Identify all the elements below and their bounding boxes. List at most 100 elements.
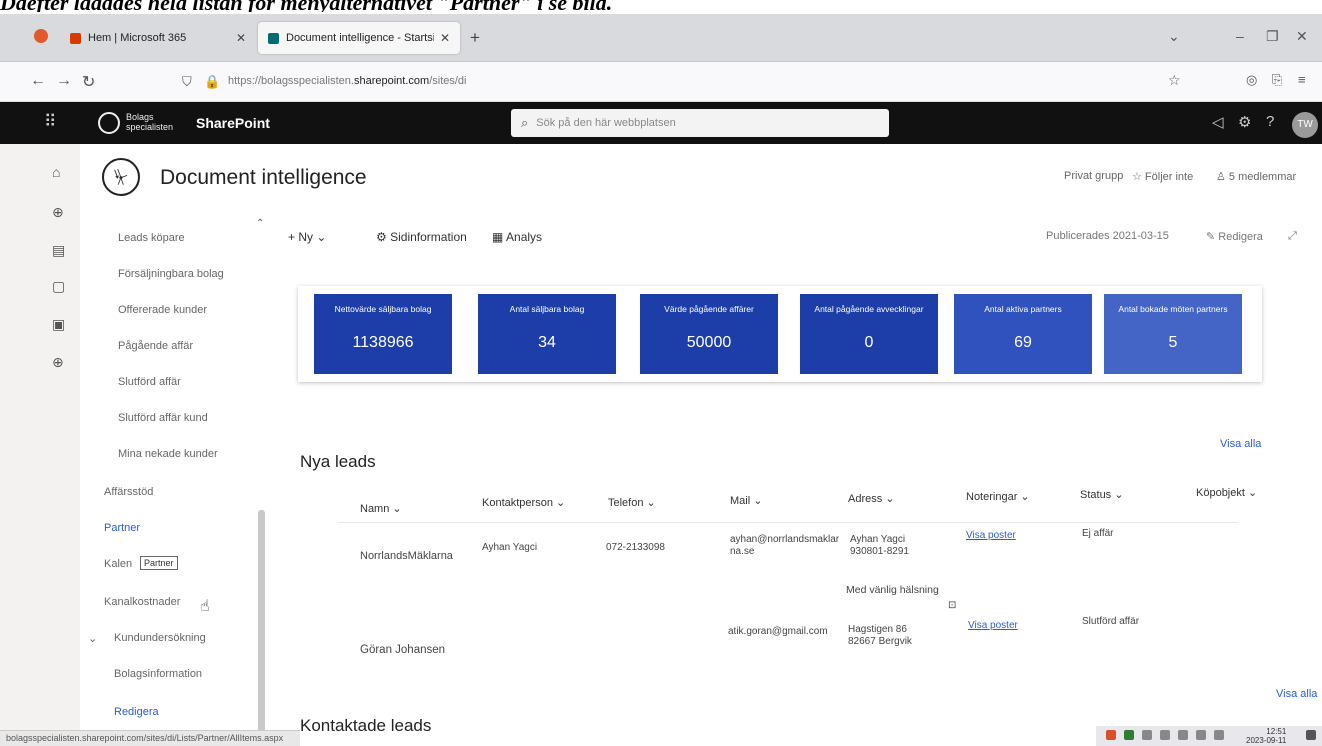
nav-item-offererade-kunder[interactable]: Offererade kunder	[118, 304, 207, 316]
nav-item-partner[interactable]: Partner	[104, 522, 140, 534]
nav-item-kanalkostnader[interactable]: Kanalkostnader	[104, 596, 180, 608]
brand-line2: specialisten	[126, 122, 174, 132]
nav-item-kalender[interactable]: Kalen	[104, 558, 132, 570]
members-label: 5 medlemmar	[1228, 171, 1297, 183]
search-box[interactable]: ⌕ Sök på den här webbplatsen	[511, 109, 889, 137]
cell-status: Ej affär	[1082, 528, 1114, 539]
address-bar[interactable]: https://bolagsspecialisten.sharepoint.co…	[228, 75, 466, 87]
column-header-telefon[interactable]: Telefon ⌄	[608, 496, 656, 509]
menu-icon[interactable]: ≡	[1298, 72, 1306, 87]
tab-document-intelligence[interactable]: Document intelligence - Startsi ✕	[258, 22, 460, 54]
column-header-noteringar[interactable]: Noteringar ⌄	[966, 490, 1030, 503]
column-header-namn[interactable]: Namn ⌄	[360, 502, 402, 515]
expand-icon[interactable]: ⤢	[1288, 230, 1297, 243]
nav-item-redigera[interactable]: Redigera	[114, 706, 159, 718]
nav-item-slutford-affar-kund[interactable]: Slutförd affär kund	[118, 412, 208, 424]
site-title[interactable]: Document intelligence	[160, 166, 367, 190]
tab-microsoft-365[interactable]: Hem | Microsoft 365 ✕	[60, 22, 256, 54]
pocket-icon[interactable]: ◎	[1246, 72, 1257, 88]
volume-icon[interactable]	[1214, 730, 1224, 740]
star-icon[interactable]: ☆	[1168, 72, 1181, 89]
members-button[interactable]: ♙ 5 medlemmar	[1216, 170, 1296, 183]
sharepoint-title[interactable]: SharePoint	[196, 115, 270, 131]
notification-icon[interactable]	[1306, 730, 1316, 740]
close-window-icon[interactable]: ✕	[1296, 28, 1308, 45]
cell-notes-link[interactable]: Visa poster	[966, 530, 1016, 542]
restore-icon[interactable]: ❐	[1266, 28, 1279, 45]
gear-icon[interactable]: ⚙	[1238, 113, 1251, 131]
kpi-tile[interactable]: Nettovärde säljbara bolag 1138966	[314, 294, 452, 374]
battery-icon[interactable]	[1142, 730, 1152, 740]
lock-icon[interactable]: 🔒	[204, 74, 220, 90]
see-all-link[interactable]: Visa alla	[1276, 688, 1317, 700]
column-header-kontaktperson[interactable]: Kontaktperson ⌄	[482, 496, 565, 509]
chevron-down-icon[interactable]: ⌄	[1168, 28, 1180, 45]
lists-icon[interactable]: ▣	[52, 316, 65, 333]
chevron-up-icon[interactable]: ⌃	[256, 218, 264, 229]
edit-button[interactable]: ✎ Redigera	[1206, 230, 1263, 243]
new-button[interactable]: + Ny ⌄	[288, 230, 326, 244]
network-icon[interactable]	[1160, 730, 1170, 740]
close-icon[interactable]: ✕	[236, 31, 246, 45]
clock[interactable]: 12:51 2023-09-11	[1246, 727, 1286, 745]
cell-notes-link[interactable]: Visa poster	[968, 620, 1018, 632]
globe-icon[interactable]: ⊕	[52, 204, 64, 221]
caption-text: Däefter läaddes hela listan för menyalte…	[0, 0, 1322, 12]
cell-contact: Ayhan Yagci	[482, 542, 538, 553]
column-header-kopobjekt[interactable]: Köpobjekt ⌄	[1196, 486, 1257, 499]
kpi-tile[interactable]: Antal säljbara bolag 34	[478, 294, 616, 374]
brand-line1: Bolags	[126, 112, 154, 122]
expand-icon[interactable]: ⊡	[948, 600, 956, 612]
forward-icon[interactable]: →	[56, 72, 72, 90]
news-icon[interactable]: ▤	[52, 242, 65, 259]
megaphone-icon[interactable]: ◁	[1212, 113, 1224, 131]
page-info-button[interactable]: ⚙ Sidinformation	[376, 230, 467, 244]
nav-item-affarsstod[interactable]: Affärsstöd	[104, 486, 153, 498]
create-icon[interactable]: ⊕	[52, 354, 64, 371]
new-tab-button[interactable]: +	[470, 28, 480, 48]
back-icon[interactable]: ←	[30, 72, 46, 90]
kpi-tile[interactable]: Antal pågående avvecklingar 0	[800, 294, 938, 374]
home-icon[interactable]: ⌂	[52, 164, 60, 180]
browser-nav-bar: ← → ↻ ⛉ 🔒 https://bolagsspecialisten.sha…	[0, 62, 1322, 102]
tray-icon[interactable]	[1124, 730, 1134, 740]
display-icon[interactable]	[1196, 730, 1206, 740]
column-label: Namn	[360, 503, 390, 515]
search-icon: ⌕	[521, 115, 529, 130]
nav-item-mina-nekade-kunder[interactable]: Mina nekade kunder	[118, 448, 218, 460]
kpi-tile[interactable]: Antal bokade möten partners 5	[1104, 294, 1242, 374]
keyboard-icon[interactable]	[1178, 730, 1188, 740]
app-launcher-icon[interactable]: ⠿	[44, 112, 56, 132]
privacy-label: Privat grupp	[1064, 170, 1124, 182]
reload-icon[interactable]: ↻	[82, 72, 95, 92]
see-all-link[interactable]: Visa alla	[1220, 438, 1261, 450]
close-icon[interactable]: ✕	[440, 31, 450, 45]
published-date: Publicerades 2021-03-15	[1046, 230, 1169, 242]
analytics-button[interactable]: ▦ Analys	[492, 230, 542, 244]
nav-item-pagaende-affar[interactable]: Pågående affär	[118, 340, 193, 352]
kpi-value: 34	[538, 334, 556, 351]
help-icon[interactable]: ?	[1266, 113, 1274, 130]
column-header-mail[interactable]: Mail ⌄	[730, 494, 762, 507]
office-icon[interactable]	[1106, 730, 1116, 740]
nav-item-slutford-affar[interactable]: Slutförd affär	[118, 376, 181, 388]
nav-item-kundundersokning[interactable]: Kundundersökning	[114, 632, 206, 644]
shield-icon[interactable]: ⛉	[182, 74, 192, 90]
nav-item-bolagsinformation[interactable]: Bolagsinformation	[114, 668, 202, 680]
column-header-adress[interactable]: Adress ⌄	[848, 492, 895, 505]
scrollbar[interactable]	[258, 510, 265, 746]
plus-icon: +	[288, 230, 299, 244]
column-header-status[interactable]: Status ⌄	[1080, 488, 1123, 501]
avatar[interactable]: TW	[1292, 112, 1318, 138]
file-icon[interactable]: ▢	[52, 278, 65, 295]
follow-button[interactable]: ☆ Följer inte	[1132, 170, 1193, 183]
site-logo-icon: ⏧	[102, 158, 140, 196]
kpi-tile[interactable]: Värde pågående affärer 50000	[640, 294, 778, 374]
minimize-icon[interactable]: –	[1236, 28, 1244, 44]
nav-item-leads-kopare[interactable]: Leads köpare	[118, 232, 185, 244]
nav-item-forsaljningbara-bolag[interactable]: Försäljningbara bolag	[118, 268, 224, 280]
kpi-tile[interactable]: Antal aktiva partners 69	[954, 294, 1092, 374]
tab-label: Hem | Microsoft 365	[88, 32, 187, 44]
extensions-icon[interactable]: ⎘	[1272, 72, 1282, 88]
chevron-down-icon[interactable]: ⌄	[88, 632, 97, 645]
